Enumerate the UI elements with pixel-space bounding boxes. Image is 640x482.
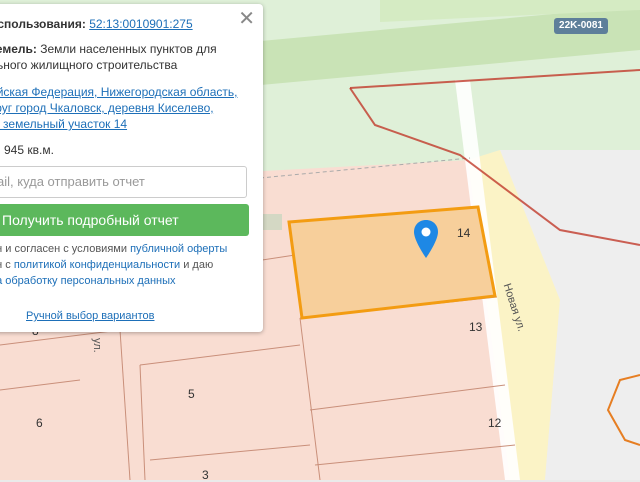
address-link-3[interactable]: в, земельный участок 14 xyxy=(0,116,127,133)
plot-number: 5 xyxy=(188,387,195,401)
close-icon[interactable]: ✕ xyxy=(238,9,255,29)
category-value-2: льного жилищного строительства xyxy=(0,58,178,72)
personal-data-link[interactable]: на обработку персональных данных xyxy=(0,275,176,287)
map-pin-icon[interactable] xyxy=(414,220,438,265)
manual-selection-link[interactable]: Ручной выбор вариантов xyxy=(26,310,154,322)
category-value-1: Земли населенных пунктов для xyxy=(40,42,217,56)
offer-link[interactable]: публичной оферты xyxy=(130,243,227,255)
category-row: земель: Земли населенных пунктов для xyxy=(0,41,217,58)
building xyxy=(262,214,282,230)
category-label: земель: xyxy=(0,42,37,56)
terms-text: ен и согласен с условиями публичной офер… xyxy=(0,241,227,289)
email-input[interactable]: ail, куда отправить отчет xyxy=(0,166,247,198)
plot-number: 14 xyxy=(457,226,471,240)
cadastre-label: использования: xyxy=(0,17,86,31)
get-report-button[interactable]: Получить подробный отчет xyxy=(0,204,249,236)
privacy-policy-link[interactable]: политикой конфиденциальности xyxy=(14,259,180,271)
terms-1-text: ен и согласен с условиями xyxy=(0,243,127,255)
address-link-2[interactable]: круг город Чкаловск, деревня Киселево, xyxy=(0,100,214,117)
terms-2-tail: и даю xyxy=(183,259,214,271)
street-label-2: ул. xyxy=(91,338,103,353)
cadastre-row: использования: 52:13:0010901:275 xyxy=(0,16,193,33)
cadastre-number-link[interactable]: 52:13:0010901:275 xyxy=(89,17,192,31)
terms-2-text: ен с xyxy=(0,259,11,271)
parcel-info-popup: ✕ использования: 52:13:0010901:275 земел… xyxy=(0,4,263,332)
address-link-1[interactable]: ийская Федерация, Нижегородская область, xyxy=(0,84,237,101)
plot-number: 12 xyxy=(488,416,502,430)
road-badge: 22K-0081 xyxy=(554,18,608,34)
area-value: 945 кв.м. xyxy=(4,143,54,157)
right-zone xyxy=(545,300,640,480)
plot-number: 13 xyxy=(469,320,483,334)
plot-number: 6 xyxy=(36,416,43,430)
